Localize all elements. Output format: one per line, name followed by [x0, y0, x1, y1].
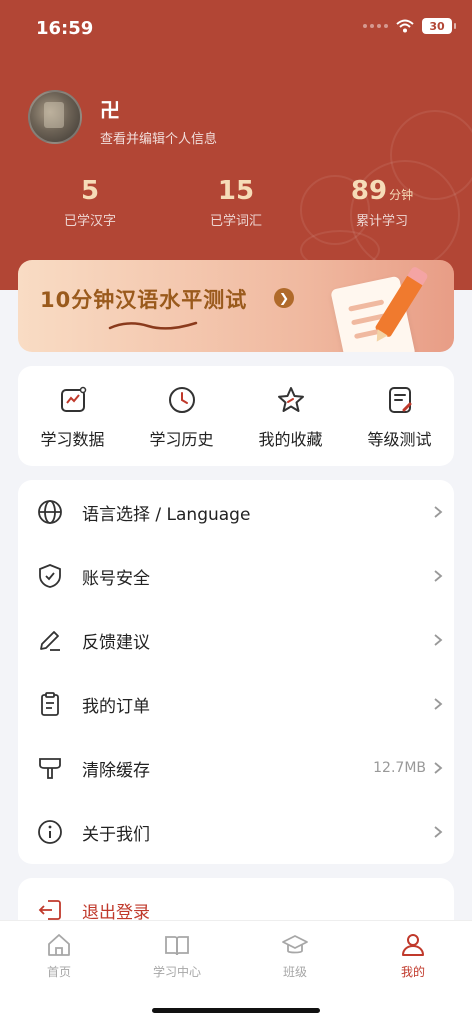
stat-label: 累计学习: [355, 214, 408, 229]
tab-label: 学习中心: [152, 965, 201, 979]
chevron-right-icon: [434, 570, 443, 582]
chevron-right-icon: ❯: [274, 288, 294, 308]
tab-label: 首页: [46, 965, 71, 979]
status-bar: 16:59 30: [0, 0, 472, 56]
quick-level-test[interactable]: 等级测试: [345, 366, 454, 466]
menu-item-language[interactable]: 语言选择 / Language: [18, 480, 454, 544]
quick-label: 等级测试: [367, 430, 432, 449]
tab-label: 我的: [400, 965, 425, 979]
tab-study-center[interactable]: 学习中心: [118, 931, 236, 980]
settings-menu: 语言选择 / Language 账号安全 反馈建议 我的订单 清除缓存 12.7…: [18, 480, 454, 864]
stat-characters[interactable]: 5 已学汉字: [20, 176, 160, 229]
user-icon: [402, 934, 424, 956]
stat-study-time[interactable]: 89 分钟 累计学习: [312, 176, 452, 229]
hsk-test-banner[interactable]: 10分钟汉语水平测试 ❯: [18, 260, 454, 352]
home-icon: [48, 934, 70, 956]
quick-study-history[interactable]: 学习历史: [127, 366, 236, 466]
info-icon: [38, 820, 62, 844]
chevron-right-icon: [434, 634, 443, 646]
status-icons: 30: [363, 18, 456, 34]
tab-class[interactable]: 班级: [236, 931, 354, 980]
menu-label: 反馈建议: [82, 632, 150, 653]
menu-label: 关于我们: [82, 824, 150, 845]
test-icon: [388, 387, 411, 413]
signal-icon: [363, 24, 388, 28]
quick-label: 学习数据: [40, 430, 105, 449]
banner-title: 10分钟汉语水平测试: [40, 288, 248, 312]
stat-label: 已学词汇: [209, 214, 262, 229]
menu-item-my-orders[interactable]: 我的订单: [18, 672, 454, 736]
graduation-cap-icon: [282, 935, 308, 954]
chevron-right-icon: [434, 762, 443, 774]
stat-value: 5: [80, 176, 100, 206]
home-indicator: [152, 1008, 320, 1013]
wifi-icon: [396, 19, 414, 33]
shield-icon: [39, 564, 61, 588]
quick-study-data[interactable]: 学习数据: [18, 366, 127, 466]
tab-home[interactable]: 首页: [0, 931, 118, 980]
menu-label: 语言选择 / Language: [82, 504, 251, 525]
menu-item-feedback[interactable]: 反馈建议: [18, 608, 454, 672]
menu-label: 我的订单: [82, 696, 150, 717]
chevron-right-icon: [434, 698, 443, 710]
squiggle-decoration: [108, 321, 198, 330]
battery-icon: 30: [422, 18, 456, 34]
avatar[interactable]: [28, 90, 82, 144]
book-icon: [165, 936, 189, 956]
stat-value: 89: [350, 176, 388, 206]
tab-label: 班级: [282, 965, 307, 979]
stat-unit: 分钟: [389, 188, 414, 202]
chevron-right-icon: [434, 506, 443, 518]
menu-item-about-us[interactable]: 关于我们: [18, 800, 454, 864]
chevron-right-icon: [434, 826, 443, 838]
pencil-icon: [40, 631, 60, 651]
quick-favorites[interactable]: 我的收藏: [236, 366, 345, 466]
menu-item-account-security[interactable]: 账号安全: [18, 544, 454, 608]
status-time: 16:59: [36, 18, 94, 39]
quick-actions-card: 学习数据 学习历史 我的收藏 等级测试: [18, 366, 454, 466]
tab-mine[interactable]: 我的: [354, 931, 472, 980]
clipboard-icon: [41, 692, 59, 716]
menu-item-clear-cache[interactable]: 清除缓存 12.7MB: [18, 736, 454, 800]
stat-value: 15: [217, 176, 255, 206]
quick-label: 我的收藏: [258, 430, 323, 449]
stat-label: 已学汉字: [63, 214, 116, 229]
menu-label: 账号安全: [82, 568, 150, 589]
clock-icon: [168, 387, 195, 413]
stat-vocabulary[interactable]: 15 已学词汇: [166, 176, 306, 229]
globe-icon: [38, 500, 62, 524]
star-icon: [277, 387, 304, 412]
quick-label: 学习历史: [149, 430, 214, 449]
menu-label: 清除缓存: [82, 760, 150, 781]
username[interactable]: 卍: [100, 94, 120, 123]
chart-icon: [60, 386, 86, 412]
cache-size: 12.7MB: [373, 760, 426, 776]
brush-icon: [39, 758, 61, 779]
edit-profile-link[interactable]: 查看并编辑个人信息: [100, 128, 217, 147]
